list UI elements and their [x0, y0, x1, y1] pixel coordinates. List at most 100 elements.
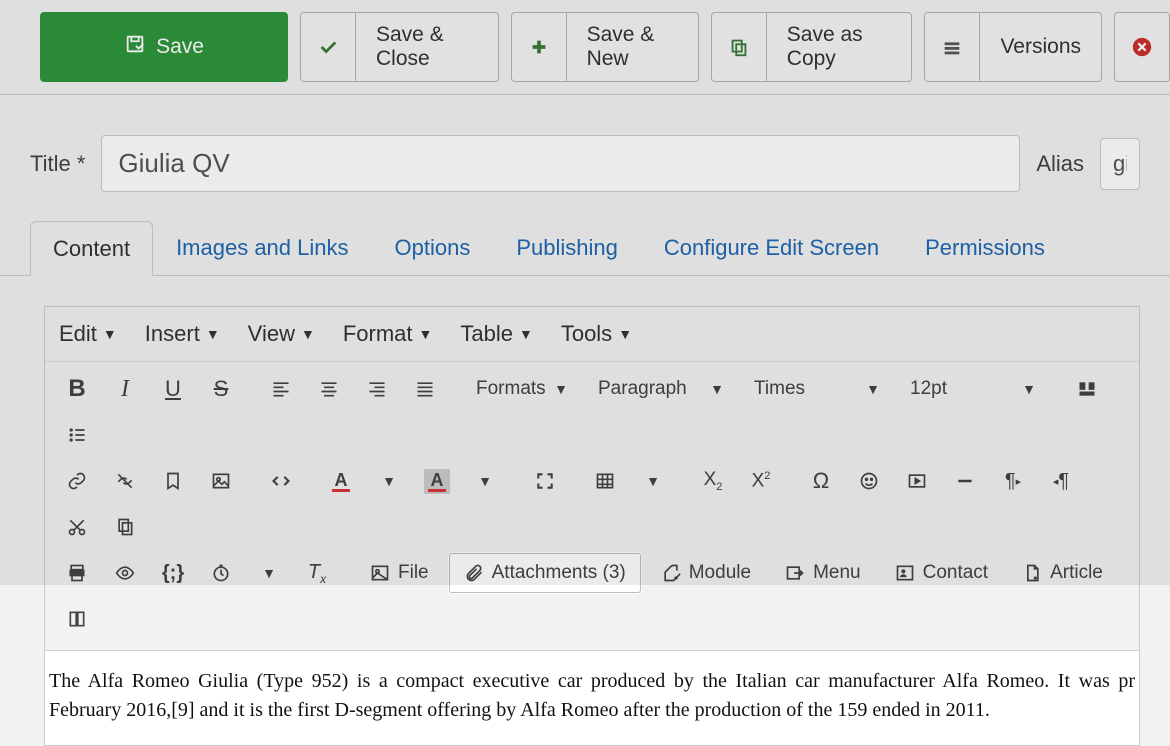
font-dropdown[interactable]: Times▼ [742, 369, 892, 409]
close-button[interactable] [1114, 12, 1170, 82]
save-close-button[interactable]: Save & Close [300, 12, 499, 82]
close-icon [1114, 12, 1170, 82]
preview-button[interactable] [104, 553, 146, 593]
menu-view[interactable]: View▼ [248, 321, 315, 347]
save-close-label: Save & Close [355, 12, 499, 82]
image-button[interactable] [200, 461, 242, 501]
menu-button[interactable]: Menu [771, 553, 875, 593]
unlink-button[interactable] [104, 461, 146, 501]
caret-icon: ▼ [103, 326, 117, 342]
tab-content[interactable]: Content [30, 221, 153, 276]
editor: Edit▼ Insert▼ View▼ Format▼ Table▼ Tools… [44, 306, 1140, 746]
datetime-dropdown[interactable]: ▼ [248, 553, 290, 593]
tab-permissions[interactable]: Permissions [902, 220, 1068, 275]
save-copy-label: Save as Copy [766, 12, 913, 82]
title-input[interactable] [101, 135, 1020, 192]
save-button[interactable]: Save [40, 12, 288, 82]
caret-icon: ▼ [1022, 381, 1036, 397]
menu-table[interactable]: Table▼ [460, 321, 532, 347]
versions-icon [924, 12, 979, 82]
save-new-label: Save & New [566, 12, 699, 82]
tab-options[interactable]: Options [372, 220, 494, 275]
copy-button[interactable] [104, 507, 146, 547]
more-button[interactable] [56, 599, 98, 639]
module-icon [661, 563, 681, 583]
print-button[interactable] [56, 553, 98, 593]
underline-button[interactable]: U [152, 369, 194, 409]
formats-dropdown[interactable]: Formats▼ [464, 369, 580, 409]
title-row: Title * Alias [0, 95, 1170, 220]
superscript-button[interactable]: X2 [740, 461, 782, 501]
ltr-button[interactable]: ¶▸ [992, 461, 1034, 501]
file-icon [370, 563, 390, 583]
attachments-button[interactable]: Attachments (3) [449, 553, 641, 593]
fullscreen-button[interactable] [524, 461, 566, 501]
menu-format[interactable]: Format▼ [343, 321, 433, 347]
caret-icon: ▼ [618, 326, 632, 342]
template-button[interactable]: {;} [152, 553, 194, 593]
versions-label: Versions [979, 12, 1102, 82]
caret-icon: ▼ [301, 326, 315, 342]
strikethrough-button[interactable]: S [200, 369, 242, 409]
tab-configure-edit[interactable]: Configure Edit Screen [641, 220, 902, 275]
title-label: Title * [30, 151, 85, 177]
caret-icon: ▼ [866, 381, 880, 397]
save-new-button[interactable]: Save & New [511, 12, 699, 82]
text-color-dropdown[interactable]: ▼ [368, 461, 410, 501]
contact-button[interactable]: Contact [881, 553, 1002, 593]
bg-color-dropdown[interactable]: ▼ [464, 461, 506, 501]
bg-color-button[interactable]: A [416, 461, 458, 501]
align-right-button[interactable] [356, 369, 398, 409]
check-icon [300, 12, 355, 82]
datetime-button[interactable] [200, 553, 242, 593]
versions-button[interactable]: Versions [924, 12, 1102, 82]
contact-icon [895, 563, 915, 583]
hr-button[interactable] [944, 461, 986, 501]
module-button[interactable]: Module [647, 553, 765, 593]
table-dropdown[interactable]: ▼ [632, 461, 674, 501]
special-char-button[interactable]: Ω [800, 461, 842, 501]
menu-insert[interactable]: Insert▼ [145, 321, 220, 347]
media-button[interactable] [896, 461, 938, 501]
tabs: Content Images and Links Options Publish… [0, 220, 1170, 276]
rtl-button[interactable]: ◂¶ [1040, 461, 1082, 501]
find-replace-button[interactable] [1066, 369, 1108, 409]
editor-toolbar: B I U S Formats▼ Paragraph▼ Times▼ 12pt▼… [45, 361, 1139, 650]
block-dropdown[interactable]: Paragraph▼ [586, 369, 736, 409]
article-button[interactable]: Article [1008, 553, 1117, 593]
save-label: Save [156, 35, 204, 59]
article-icon [1022, 563, 1042, 583]
editor-content[interactable]: The Alfa Romeo Giulia (Type 952) is a co… [45, 650, 1139, 745]
align-justify-button[interactable] [404, 369, 446, 409]
editor-menubar: Edit▼ Insert▼ View▼ Format▼ Table▼ Tools… [45, 307, 1139, 361]
caret-icon: ▼ [554, 381, 568, 397]
cut-button[interactable] [56, 507, 98, 547]
caret-icon: ▼ [419, 326, 433, 342]
save-icon [124, 33, 146, 61]
menu-edit[interactable]: Edit▼ [59, 321, 117, 347]
bold-button[interactable]: B [56, 369, 98, 409]
table-insert-button[interactable] [584, 461, 626, 501]
clear-format-button[interactable]: Tx [296, 553, 338, 593]
text-color-button[interactable]: A [320, 461, 362, 501]
tab-images-links[interactable]: Images and Links [153, 220, 371, 275]
caret-icon: ▼ [646, 473, 660, 489]
link-button[interactable] [56, 461, 98, 501]
bookmark-button[interactable] [152, 461, 194, 501]
caret-icon: ▼ [519, 326, 533, 342]
tab-publishing[interactable]: Publishing [493, 220, 641, 275]
alias-input[interactable] [1100, 138, 1140, 190]
align-center-button[interactable] [308, 369, 350, 409]
save-copy-button[interactable]: Save as Copy [711, 12, 913, 82]
subscript-button[interactable]: X2 [692, 461, 734, 501]
italic-button[interactable]: I [104, 369, 146, 409]
menu-tools[interactable]: Tools▼ [561, 321, 632, 347]
caret-icon: ▼ [262, 565, 276, 581]
code-button[interactable] [260, 461, 302, 501]
file-button[interactable]: File [356, 553, 443, 593]
bullet-list-button[interactable] [56, 415, 98, 455]
size-dropdown[interactable]: 12pt▼ [898, 369, 1048, 409]
align-left-button[interactable] [260, 369, 302, 409]
emoji-button[interactable] [848, 461, 890, 501]
paperclip-icon [464, 563, 484, 583]
